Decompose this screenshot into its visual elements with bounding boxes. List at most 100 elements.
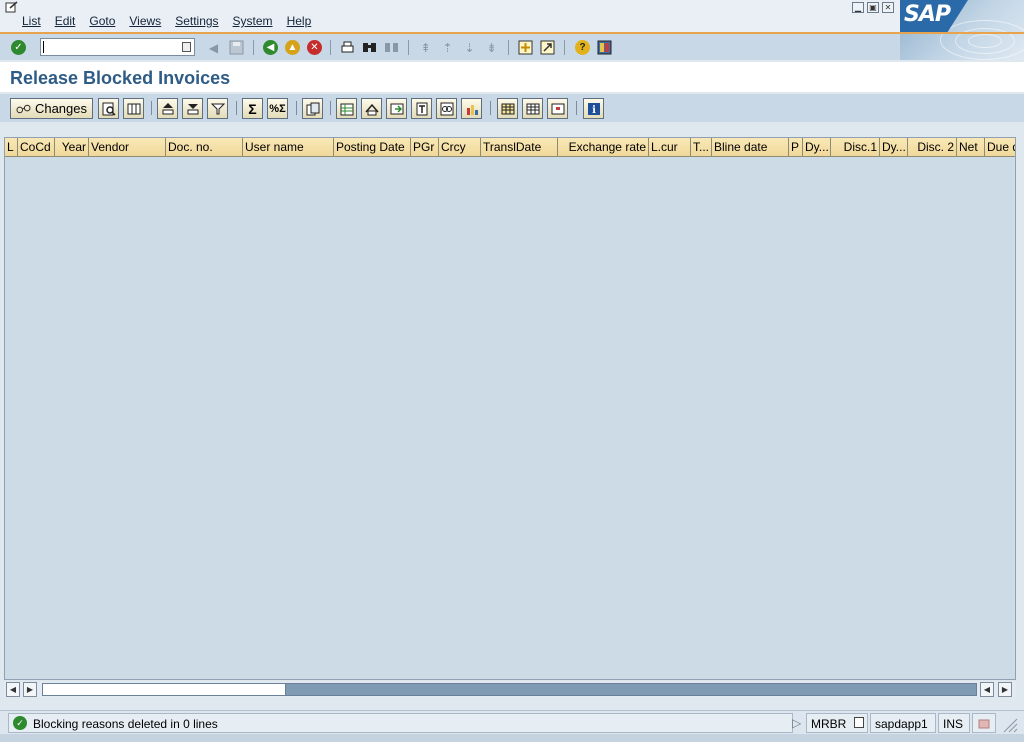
enter-icon[interactable]: ✓ [10,39,27,56]
status-message[interactable]: ✓ Blocking reasons deleted in 0 lines [8,713,793,733]
separator [330,40,331,55]
separator [408,40,409,55]
column-header[interactable]: Doc. no. [166,138,243,157]
column-header[interactable]: Dy... [803,138,831,157]
success-icon: ✓ [13,716,27,730]
export-spreadsheet-icon[interactable] [336,98,357,119]
separator [151,101,152,115]
resize-grip-icon[interactable] [998,715,1018,733]
session-info-icon[interactable] [854,717,864,728]
print-preview-icon[interactable] [302,98,323,119]
column-header[interactable]: Bline date [712,138,789,157]
information-icon[interactable]: i [583,98,604,119]
create-session-icon[interactable] [517,39,534,56]
scroll-thumb[interactable] [43,684,286,695]
details-icon[interactable] [98,98,119,119]
sum-icon[interactable]: Σ [242,98,263,119]
page-title: Release Blocked Invoices [10,68,231,88]
menu-items: List Edit Goto Views Settings System Hel… [22,14,325,28]
column-header[interactable]: L.cur [649,138,691,157]
sort-descending-icon[interactable] [182,98,203,119]
transaction-field[interactable]: MRBR [806,713,868,733]
abc-analysis-icon[interactable] [436,98,457,119]
column-header[interactable]: Posting Date [334,138,411,157]
save-icon[interactable] [228,39,245,56]
column-header[interactable]: Year [55,138,89,157]
changes-button[interactable]: Changes [10,98,93,119]
menu-help[interactable]: Help [287,14,312,28]
column-header[interactable]: Dy... [880,138,908,157]
last-page-icon[interactable]: ⇟ [483,39,500,56]
next-page-icon[interactable]: ⇣ [461,39,478,56]
deselect-all-icon[interactable] [522,98,543,119]
separator [508,40,509,55]
back-icon[interactable]: ◀ [262,39,279,56]
select-block-icon[interactable] [547,98,568,119]
menu-settings[interactable]: Settings [175,14,218,28]
application-toolbar: Changes Σ %Σ i [0,94,1024,122]
filter-icon[interactable] [207,98,228,119]
column-header[interactable]: Net [957,138,985,157]
status-expand-icon[interactable]: ▷ [790,713,801,733]
scroll-left-icon[interactable]: ◀ [6,682,20,697]
system-menu-icon[interactable] [5,1,19,13]
close-window-icon[interactable]: ✕ [882,2,894,13]
minimize-icon[interactable]: ▁ [852,2,864,13]
menu-goto[interactable]: Goto [89,14,115,28]
menu-list[interactable]: List [22,14,41,28]
column-header[interactable]: PGr [411,138,439,157]
collapse-arrow-icon[interactable]: ◀ [205,39,222,56]
shortcut-icon[interactable] [539,39,556,56]
menu-system[interactable]: System [233,14,273,28]
column-header[interactable]: Exchange rate [558,138,649,157]
column-header[interactable]: Due d [985,138,1015,157]
column-header[interactable]: Disc. 2 [908,138,957,157]
invoice-grid: L CoCd Year Vendor Doc. no. User name Po… [4,137,1016,680]
scroll-track[interactable] [42,683,977,696]
glasses-icon [16,104,31,113]
local-file-icon[interactable] [386,98,407,119]
mail-recipient-icon[interactable] [361,98,382,119]
exit-icon[interactable]: ▲ [284,39,301,56]
toolbar-accent [900,32,1024,60]
first-page-icon[interactable]: ⇞ [417,39,434,56]
layout-menu-icon[interactable] [596,39,613,56]
column-header[interactable]: L [5,138,18,157]
command-field[interactable] [40,38,195,56]
status-bar: ✓ Blocking reasons deleted in 0 lines ▷ … [0,710,1024,734]
menu-views[interactable]: Views [129,14,161,28]
previous-page-icon[interactable]: ⇡ [439,39,456,56]
sap-logo-text: SAP [904,2,951,27]
insert-mode-field[interactable]: INS [938,713,970,733]
horizontal-scrollbar[interactable]: ◀ ▶ ◀ ▶ [4,682,1016,697]
select-all-icon[interactable] [497,98,518,119]
text-caret [43,41,44,53]
page-left-icon[interactable]: ◀ [980,682,994,697]
page-right-icon[interactable]: ▶ [998,682,1012,697]
command-history-icon[interactable] [182,42,191,52]
find-icon[interactable] [361,39,378,56]
subtotals-icon[interactable]: %Σ [267,98,288,119]
menu-edit[interactable]: Edit [55,14,76,28]
help-icon[interactable]: ? [574,39,591,56]
transaction-code: MRBR [811,717,847,731]
column-header[interactable]: User name [243,138,334,157]
separator [236,101,237,115]
column-header[interactable]: TranslDate [481,138,558,157]
svg-text:i: i [592,105,596,116]
column-header[interactable]: Vendor [89,138,166,157]
scroll-right-icon[interactable]: ▶ [23,682,37,697]
column-header[interactable]: P [789,138,803,157]
print-icon[interactable] [339,39,356,56]
restore-icon[interactable]: ▣ [867,2,879,13]
column-header[interactable]: Crcy [439,138,481,157]
word-processing-icon[interactable] [411,98,432,119]
cancel-icon[interactable]: ✕ [306,39,323,56]
column-header[interactable]: Disc.1 [831,138,880,157]
sort-ascending-icon[interactable] [157,98,178,119]
column-header[interactable]: CoCd [18,138,55,157]
graphic-icon[interactable] [461,98,482,119]
change-layout-icon[interactable] [123,98,144,119]
column-header[interactable]: T... [691,138,712,157]
find-next-icon[interactable] [383,39,400,56]
